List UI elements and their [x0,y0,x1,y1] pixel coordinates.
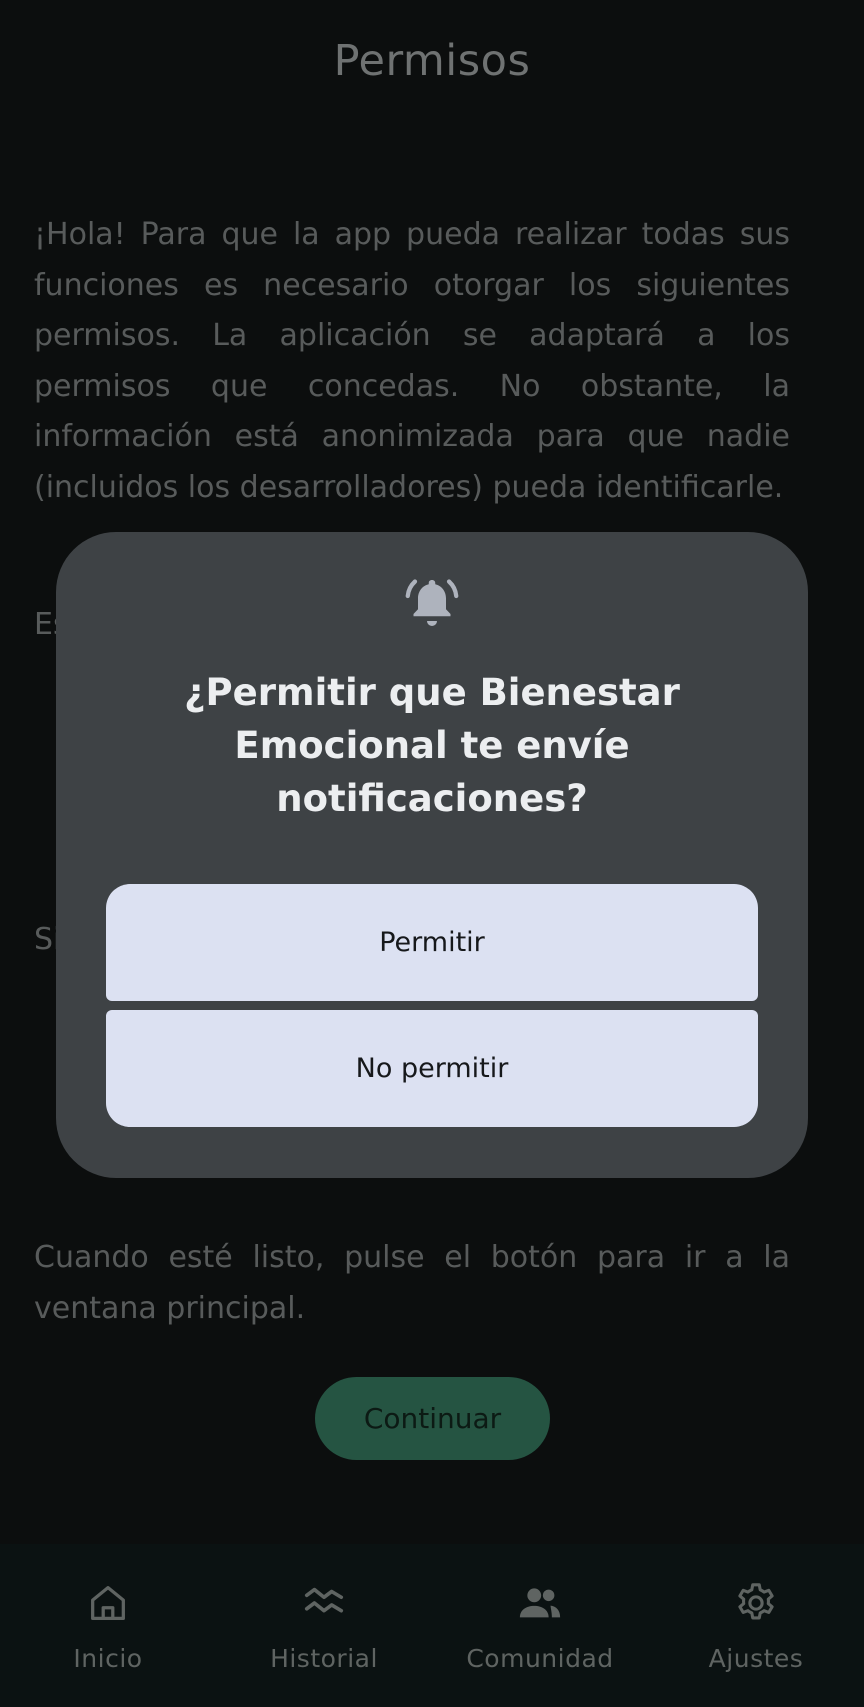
bottom-nav: Inicio Historial Comunidad Ajustes [0,1544,864,1707]
nav-item-inicio[interactable]: Inicio [0,1544,216,1673]
continue-button[interactable]: Continuar [315,1377,550,1460]
nav-label: Inicio [73,1644,143,1673]
nav-item-comunidad[interactable]: Comunidad [432,1544,648,1673]
page-title: Permisos [333,36,531,86]
nav-label: Historial [270,1644,378,1673]
dialog-title-prefix: ¿Permitir que [184,671,480,714]
nav-label: Comunidad [466,1644,614,1673]
history-icon [304,1587,344,1613]
nav-item-historial[interactable]: Historial [216,1544,432,1673]
community-icon [519,1588,561,1618]
home-icon [91,1586,125,1620]
bell-ringing-icon [405,579,459,626]
nav-label: Ajustes [708,1644,804,1673]
dialog-title: ¿Permitir que Bienestar Emocional te env… [96,666,768,825]
settings-icon [738,1583,774,1620]
allow-button[interactable]: Permitir [106,884,758,1001]
deny-button[interactable]: No permitir [106,1010,758,1127]
intro-paragraph: ¡Hola! Para que la app pueda realizar to… [34,217,790,505]
nav-item-ajustes[interactable]: Ajustes [648,1544,864,1673]
ready-paragraph: Cuando esté listo, pulse el botón para i… [34,1240,790,1326]
notification-permission-dialog: ¿Permitir que Bienestar Emocional te env… [56,532,808,1178]
